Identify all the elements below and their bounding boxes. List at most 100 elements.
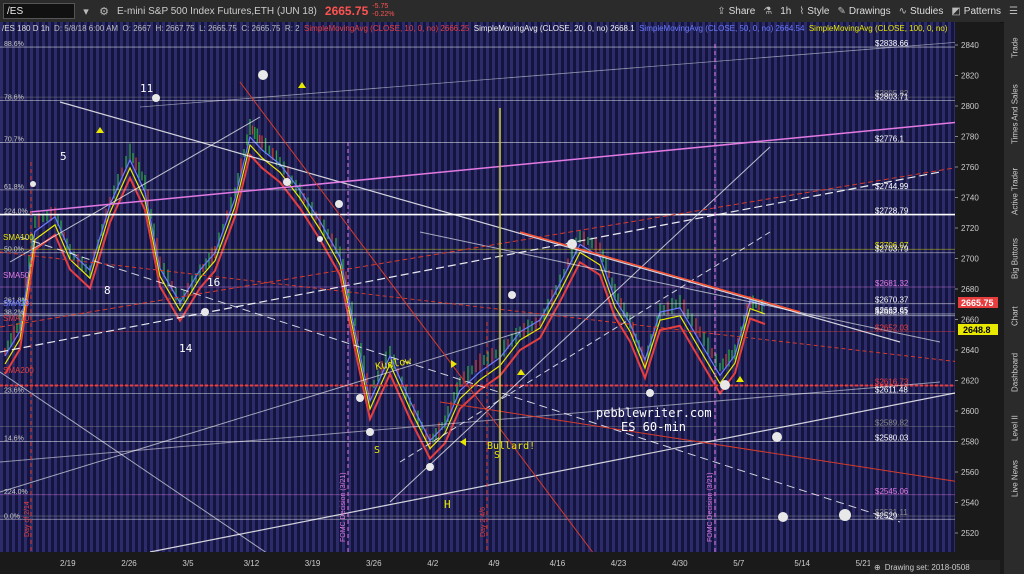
date-tick-label: 2/19 <box>60 559 76 568</box>
marker <box>778 512 788 522</box>
sma-tag: SMA10 <box>3 314 30 323</box>
last-price: 2665.75 <box>324 4 369 18</box>
marker <box>317 236 323 242</box>
right-tab[interactable]: Big Buttons <box>1008 228 1022 290</box>
fib-label: 61.8% <box>4 184 24 191</box>
marker <box>426 463 434 471</box>
menu-button[interactable]: ☰ <box>1009 6 1018 17</box>
sma-tag: SMA20 <box>3 299 30 308</box>
fib-label: 0.0% <box>4 513 20 520</box>
marker <box>720 380 730 390</box>
level-label: $2670.37 <box>875 296 909 305</box>
right-tab[interactable]: Chart <box>1008 296 1022 336</box>
marker <box>201 308 209 316</box>
interval-button[interactable]: 1h <box>780 6 791 17</box>
fomc-label: FOMC Decision (3/21) <box>707 472 714 542</box>
share-button[interactable]: ⇪ Share <box>717 6 755 17</box>
watermark-site: pebblewriter.com <box>596 406 712 420</box>
date-tick-label: 4/16 <box>550 559 566 568</box>
s-label: S <box>374 445 380 456</box>
date-tick-label: 4/30 <box>672 559 688 568</box>
level-label: $2744.99 <box>875 182 909 191</box>
up-arrow <box>736 376 744 382</box>
price-tick-label: 2800 <box>961 102 979 111</box>
marker <box>30 181 36 187</box>
level-label: $2838.66 <box>875 39 909 48</box>
price-chart[interactable]: 88.6%78.6%70.7%61.8%224.0%50.0%261.8%38.… <box>0 22 1000 574</box>
price-tick-label: 2760 <box>961 163 979 172</box>
fib-label: 14.6% <box>4 435 24 442</box>
marker <box>366 428 374 436</box>
date-tick-label: 5/7 <box>733 559 745 568</box>
date-tick-label: 3/19 <box>305 559 321 568</box>
date-tick-label: 4/23 <box>611 559 627 568</box>
price-tick-label: 2780 <box>961 133 979 142</box>
drawings-button[interactable]: ✎ Drawings <box>838 6 891 17</box>
wave-label: 14 <box>179 342 193 355</box>
marker <box>567 239 577 249</box>
wave-label: 16 <box>207 276 220 289</box>
price-tick-label: 2640 <box>961 346 979 355</box>
marker <box>258 70 268 80</box>
level-label: $2580.03 <box>875 433 909 442</box>
marker <box>283 178 291 186</box>
level-label: $2611.48 <box>875 385 908 394</box>
right-tab[interactable]: Live News <box>1008 454 1022 504</box>
gear-icon[interactable]: ⚙ <box>97 4 111 18</box>
studies-icon: ∿ <box>898 5 907 17</box>
right-tab[interactable]: Level II <box>1008 408 1022 448</box>
price-change: -5.75 -0.22% <box>372 3 395 18</box>
date-tick-label: 3/5 <box>182 559 194 568</box>
right-tab[interactable]: Times And Sales <box>1008 74 1022 154</box>
date-tick-label: 2/26 <box>121 559 137 568</box>
wave-label: 5 <box>60 150 67 163</box>
price-tick-label: 2620 <box>961 377 979 386</box>
current-price-text: 2665.75 <box>961 298 994 308</box>
level-label: $2662.51 <box>875 308 909 317</box>
top-toolbar: /ES ▾ ⚙ E-mini S&P 500 Index Futures,ETH… <box>0 0 1024 23</box>
sma-tag: SMA200 <box>3 366 34 375</box>
price-tick-label: 2580 <box>961 438 979 447</box>
studies-button[interactable]: ∿ Studies <box>899 6 944 17</box>
flask-button[interactable]: ⚗ <box>763 6 772 17</box>
level-label: $2652.03 <box>875 324 909 333</box>
marker <box>356 394 364 402</box>
dropdown-icon[interactable]: ▾ <box>79 4 93 18</box>
price-tick-label: 2700 <box>961 255 979 264</box>
wave-label: 11 <box>140 82 153 95</box>
marker <box>772 432 782 442</box>
date-axis: 2/19 2/26 3/5 3/12 3/19 3/26 4/2 4/9 4/16 4/23 4/3… <box>0 552 1000 574</box>
zoom-icon[interactable]: ⊕ <box>874 563 881 572</box>
date-tick-label: 3/12 <box>244 559 260 568</box>
price-tick-label: 2660 <box>961 316 979 325</box>
price-tick-label: 2720 <box>961 224 979 233</box>
date-tick-label: 5/14 <box>794 559 810 568</box>
instrument-title: E-mini S&P 500 Index Futures,ETH (JUN 18… <box>117 5 317 17</box>
right-tab[interactable]: Dashboard <box>1008 342 1022 402</box>
price-tick-label: 2680 <box>961 285 979 294</box>
level-label: $2589.82 <box>875 419 909 428</box>
symbol-input[interactable]: /ES <box>3 3 75 19</box>
marker <box>335 200 343 208</box>
right-tab[interactable]: Active Trader <box>1008 160 1022 222</box>
toolbar-right: ⇪ Share ⚗ 1h ⌇ Style ✎ Drawings ∿ Studies ◩ P… <box>709 0 1024 22</box>
day-label: Day 2 4/6 <box>480 507 487 537</box>
patterns-button[interactable]: ◩ Patterns <box>951 6 1001 17</box>
fib-label: 88.6% <box>4 41 24 48</box>
level-label: $2545.06 <box>875 487 909 496</box>
date-axis-bg <box>0 552 1000 574</box>
patterns-icon: ◩ <box>951 5 961 17</box>
right-tab[interactable]: Trade <box>1008 28 1022 68</box>
s-label: S <box>494 450 500 461</box>
level-label: $2728.79 <box>875 207 909 216</box>
style-icon: ⌇ <box>799 5 805 17</box>
share-icon: ⇪ <box>717 5 726 17</box>
bottom-bar: ⊕ Drawing set: 2018-0508 <box>870 560 1000 574</box>
fib-label: 224.0% <box>4 489 28 496</box>
fib-label: 224.0% <box>4 209 28 216</box>
level-label: $2703.79 <box>875 245 909 254</box>
drawing-set-label[interactable]: Drawing set: 2018-0508 <box>885 563 970 572</box>
pencil-icon: ✎ <box>837 5 846 17</box>
style-button[interactable]: ⌇ Style <box>799 6 829 17</box>
sma-tag: SMA50 <box>3 271 30 280</box>
